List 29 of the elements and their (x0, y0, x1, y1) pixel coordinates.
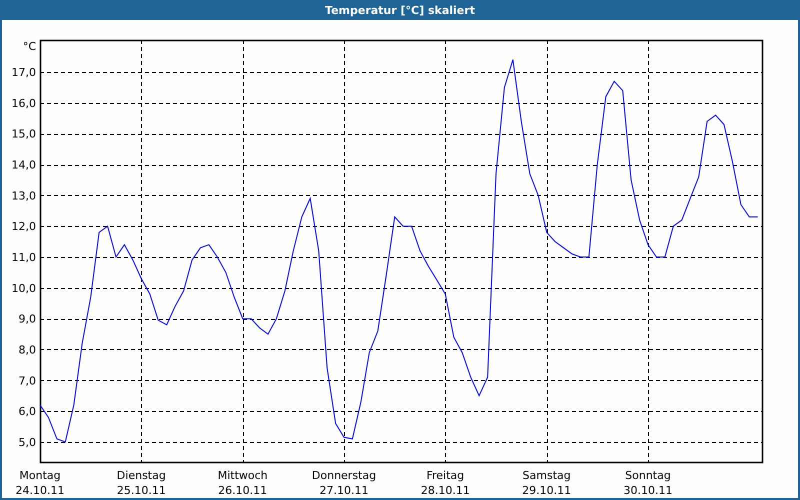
y-tick-label: 8,0 (18, 343, 36, 356)
day-label: Freitag (426, 469, 464, 482)
date-label: 29.10.11 (522, 484, 572, 497)
y-tick-label: 7,0 (18, 374, 36, 388)
day-label: Dienstag (116, 469, 166, 482)
y-tick-label: 13,0 (12, 189, 36, 202)
day-label: Montag (19, 469, 61, 482)
date-label: 24.10.11 (16, 484, 64, 497)
y-tick-label: 16,0 (12, 96, 36, 110)
date-label: 28.10.11 (420, 484, 470, 497)
y-tick-label: 9,0 (18, 312, 36, 326)
y-tick-label: 15,0 (12, 128, 36, 141)
day-label: Donnerstag (312, 469, 376, 482)
y-tick-label: 10,0 (12, 282, 36, 295)
date-label: 26.10.11 (218, 484, 268, 497)
y-tick-label: 6,0 (18, 405, 36, 418)
y-tick-label: 14,0 (12, 158, 36, 172)
y-tick-label: 5,0 (18, 436, 36, 449)
y-tick-label: 11,0 (12, 251, 36, 264)
y-axis-unit: °C (22, 40, 36, 53)
day-label: Sonntag (625, 469, 671, 482)
day-label: Samstag (522, 469, 571, 482)
date-label: 30.10.11 (624, 484, 672, 497)
y-tick-label: 12,0 (12, 220, 36, 234)
day-label: Mittwoch (218, 469, 268, 482)
window-title: Temperatur [°C] skaliert (325, 4, 475, 16)
date-label: 27.10.11 (320, 484, 368, 497)
date-label: 25.10.11 (116, 484, 166, 497)
y-tick-label: 17,0 (12, 66, 36, 80)
